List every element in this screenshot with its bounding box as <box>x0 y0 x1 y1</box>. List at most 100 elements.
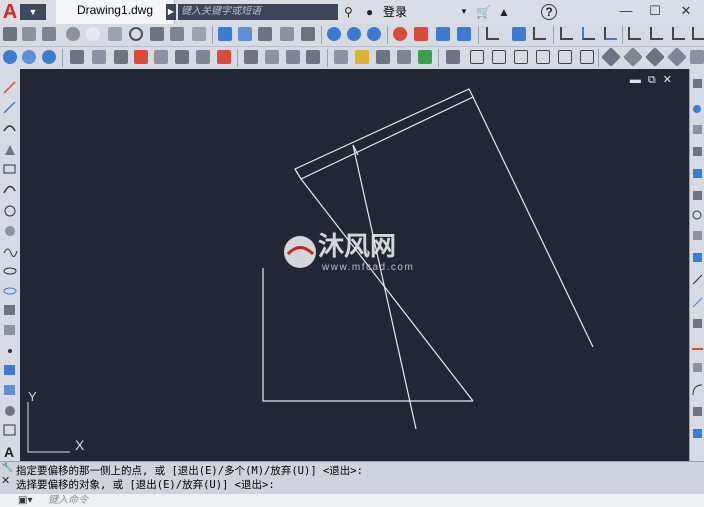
section-plane-icon[interactable] <box>217 50 231 64</box>
offset-line-right[interactable] <box>472 96 594 348</box>
offset-line-left[interactable] <box>300 178 474 402</box>
planar-surface-icon[interactable] <box>170 27 184 41</box>
ne-iso-icon[interactable] <box>645 47 665 67</box>
fillet-edge-icon[interactable] <box>244 50 258 64</box>
torus-icon[interactable] <box>129 27 143 41</box>
rectangle-left-edge[interactable] <box>294 168 302 180</box>
maximize-button[interactable]: ☐ <box>641 0 669 24</box>
ellipse-icon[interactable] <box>3 267 17 275</box>
region-icon[interactable] <box>5 406 15 416</box>
sweep-icon[interactable] <box>258 27 272 41</box>
extract-edges-icon[interactable] <box>286 50 300 64</box>
explode-icon[interactable] <box>693 407 702 416</box>
ucs-3point-icon[interactable] <box>650 27 663 40</box>
copy-icon[interactable] <box>693 105 701 113</box>
view-cube-icon[interactable] <box>446 50 460 64</box>
visual-style-icon[interactable] <box>3 50 17 64</box>
3d-array-icon[interactable] <box>175 50 189 64</box>
quick-access-dropdown[interactable]: ▼ <box>20 4 46 20</box>
ucs-face-icon[interactable] <box>512 27 526 41</box>
interfere-icon[interactable] <box>393 27 407 41</box>
spline-icon[interactable] <box>3 248 18 257</box>
sphere-icon[interactable] <box>86 27 100 41</box>
shell-icon[interactable] <box>376 50 390 64</box>
fillet-icon[interactable] <box>692 384 703 396</box>
l-shape-polyline[interactable] <box>262 268 473 402</box>
polysolid-icon[interactable] <box>192 27 206 41</box>
ucs-z-icon[interactable] <box>628 27 641 40</box>
scale-icon[interactable] <box>693 231 702 240</box>
subtract-icon[interactable] <box>347 27 361 41</box>
separate-icon[interactable] <box>418 50 432 64</box>
conceptual-icon[interactable] <box>42 50 56 64</box>
clean-icon[interactable] <box>397 50 411 64</box>
revision-cloud-icon[interactable] <box>5 226 15 236</box>
nw-iso-icon[interactable] <box>667 47 687 67</box>
search-input[interactable]: 键入关键字或短语 <box>178 4 338 20</box>
rectangle-icon[interactable] <box>3 164 16 174</box>
chevron-down-icon[interactable]: ▼ <box>460 4 468 20</box>
3d-scale-icon[interactable] <box>196 50 210 64</box>
edit-face-icon[interactable] <box>334 50 348 64</box>
stretch-icon[interactable] <box>693 253 702 262</box>
user-icon[interactable]: ● <box>366 4 373 20</box>
ucs-x-icon[interactable] <box>582 27 595 40</box>
3d-move-icon[interactable] <box>92 50 106 64</box>
se-iso-icon[interactable] <box>623 47 643 67</box>
color-face-icon[interactable] <box>355 50 369 64</box>
cylinder-solid-icon[interactable] <box>108 27 122 41</box>
imprint-icon[interactable] <box>457 27 471 41</box>
3d-mirror-icon[interactable] <box>154 50 168 64</box>
front-view-icon[interactable] <box>558 50 572 64</box>
box-icon[interactable] <box>3 27 17 41</box>
break-icon[interactable] <box>693 319 702 328</box>
help-button[interactable]: ? <box>541 4 557 20</box>
union-icon[interactable] <box>327 27 341 41</box>
3d-rotate-icon[interactable] <box>114 50 128 64</box>
bottom-view-icon[interactable] <box>492 50 506 64</box>
command-input[interactable]: 键入命令 <box>48 494 88 507</box>
construction-line-icon[interactable] <box>3 101 16 114</box>
polyline-icon[interactable] <box>3 125 16 132</box>
realistic-icon[interactable] <box>22 50 36 64</box>
3d-align-icon[interactable] <box>134 50 148 64</box>
pyramid-icon[interactable] <box>150 27 164 41</box>
search-expand-icon[interactable]: ▶ <box>166 4 176 20</box>
loft-icon[interactable] <box>301 27 315 41</box>
document-tab[interactable]: Drawing1.dwg <box>56 0 175 24</box>
polygon-icon[interactable] <box>5 145 15 155</box>
move-tool-icon[interactable] <box>693 191 702 200</box>
mirror-icon[interactable] <box>693 125 702 134</box>
chamfer-icon[interactable] <box>693 363 702 372</box>
ucs-world-icon[interactable] <box>560 27 573 40</box>
array-icon[interactable] <box>693 169 702 178</box>
thicken-icon[interactable] <box>436 27 450 41</box>
application-menu-button[interactable]: A <box>0 0 20 24</box>
ucs-y-icon[interactable] <box>604 27 617 40</box>
trim-icon[interactable] <box>692 274 703 285</box>
presspull-icon[interactable] <box>238 27 252 41</box>
drawing-canvas[interactable]: ▬⧉✕ 沐风网 www.mfcad.com Y X <box>20 69 689 461</box>
sign-in-button[interactable]: 登录 <box>383 4 407 20</box>
ellipse-arc-icon[interactable] <box>3 287 17 295</box>
rotate-icon[interactable] <box>692 210 702 220</box>
top-view-icon[interactable] <box>470 50 484 64</box>
point-icon[interactable] <box>8 349 12 353</box>
wrench-icon[interactable]: 🔧 <box>1 462 13 473</box>
cone-icon[interactable] <box>66 27 80 41</box>
ucs-previous-icon[interactable] <box>533 27 546 40</box>
make-block-icon[interactable] <box>4 325 15 335</box>
extend-icon[interactable] <box>692 297 703 308</box>
right-view-icon[interactable] <box>536 50 550 64</box>
revolve-icon[interactable] <box>280 27 294 41</box>
insert-block-icon[interactable] <box>4 305 15 315</box>
chamfer-edge-icon[interactable] <box>265 50 279 64</box>
line-tool-icon[interactable] <box>3 81 16 94</box>
hatch-icon[interactable] <box>4 365 15 375</box>
table-icon[interactable] <box>3 424 16 436</box>
move-icon[interactable] <box>70 50 84 64</box>
slice-icon[interactable] <box>414 27 428 41</box>
multiline-text-icon[interactable]: A <box>4 444 14 460</box>
gradient-icon[interactable] <box>4 385 15 395</box>
erase-icon[interactable] <box>693 79 702 88</box>
